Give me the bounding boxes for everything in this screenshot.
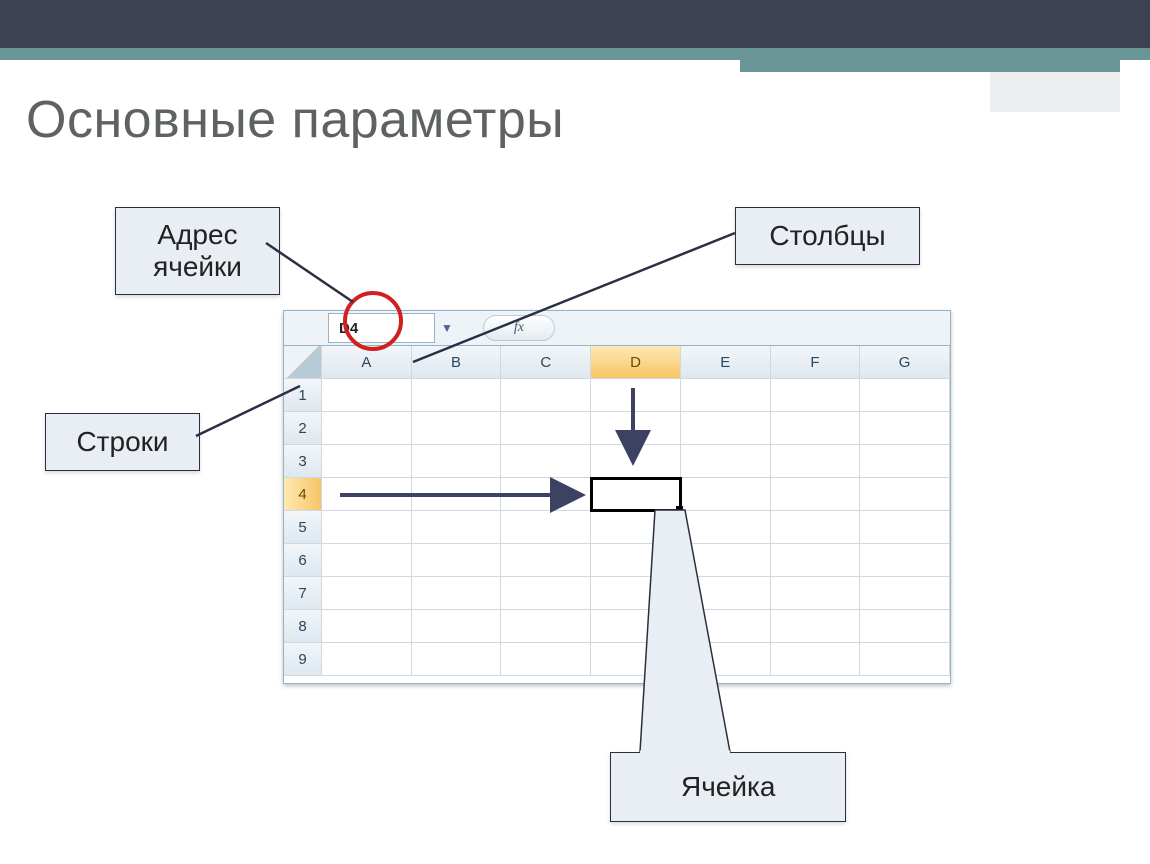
- column-header[interactable]: D: [591, 346, 681, 379]
- top-teal-band: [0, 48, 1150, 60]
- cell[interactable]: [412, 544, 502, 577]
- cell[interactable]: [771, 445, 861, 478]
- row-header[interactable]: 4: [284, 478, 322, 511]
- cell[interactable]: [412, 511, 502, 544]
- cell[interactable]: [322, 511, 412, 544]
- cell[interactable]: [860, 577, 950, 610]
- cell[interactable]: [771, 379, 861, 412]
- cell[interactable]: [322, 412, 412, 445]
- callout-cell-address: Адрес ячейки: [115, 207, 280, 295]
- cell[interactable]: [412, 577, 502, 610]
- cell[interactable]: [501, 478, 591, 511]
- formula-bar: D4 ▼ fx: [284, 311, 950, 346]
- cell[interactable]: [501, 577, 591, 610]
- row-header[interactable]: 2: [284, 412, 322, 445]
- cell[interactable]: [860, 445, 950, 478]
- cell[interactable]: [771, 610, 861, 643]
- row-header[interactable]: 5: [284, 511, 322, 544]
- accent-strip-2: [990, 72, 1120, 112]
- cell[interactable]: [860, 544, 950, 577]
- name-box-dropdown-icon[interactable]: ▼: [441, 321, 453, 335]
- active-cell[interactable]: [591, 478, 681, 511]
- cell[interactable]: [322, 577, 412, 610]
- cell[interactable]: [501, 610, 591, 643]
- sheet-grid[interactable]: ABCDEFG 123456789: [284, 346, 950, 676]
- cell[interactable]: [591, 379, 681, 412]
- column-header[interactable]: B: [412, 346, 502, 379]
- column-header[interactable]: E: [681, 346, 771, 379]
- cell[interactable]: [322, 610, 412, 643]
- cell[interactable]: [681, 379, 771, 412]
- cell[interactable]: [412, 478, 502, 511]
- accent-strip-1: [740, 60, 1120, 72]
- cell[interactable]: [681, 544, 771, 577]
- cell[interactable]: [681, 643, 771, 676]
- column-header[interactable]: A: [322, 346, 412, 379]
- spreadsheet: D4 ▼ fx ABCDEFG 123456789: [283, 310, 951, 684]
- row-header[interactable]: 7: [284, 577, 322, 610]
- cell[interactable]: [591, 643, 681, 676]
- cell[interactable]: [501, 412, 591, 445]
- cell[interactable]: [412, 445, 502, 478]
- column-header[interactable]: C: [501, 346, 591, 379]
- cell[interactable]: [681, 511, 771, 544]
- row-header[interactable]: 6: [284, 544, 322, 577]
- row-header[interactable]: 3: [284, 445, 322, 478]
- callout-columns: Столбцы: [735, 207, 920, 265]
- cell[interactable]: [322, 544, 412, 577]
- cell[interactable]: [860, 511, 950, 544]
- cell[interactable]: [681, 445, 771, 478]
- select-all-corner[interactable]: [284, 346, 322, 379]
- cell[interactable]: [771, 511, 861, 544]
- cell[interactable]: [771, 643, 861, 676]
- cell[interactable]: [412, 643, 502, 676]
- cell[interactable]: [591, 577, 681, 610]
- cell[interactable]: [591, 610, 681, 643]
- cell[interactable]: [591, 511, 681, 544]
- cell[interactable]: [771, 478, 861, 511]
- slide-title: Основные параметры: [26, 90, 564, 150]
- row-header[interactable]: 8: [284, 610, 322, 643]
- cell[interactable]: [501, 445, 591, 478]
- callout-cell: Ячейка: [610, 752, 846, 822]
- cell[interactable]: [501, 643, 591, 676]
- cell[interactable]: [681, 412, 771, 445]
- cell[interactable]: [860, 412, 950, 445]
- name-box[interactable]: D4: [328, 313, 435, 343]
- fx-button[interactable]: fx: [483, 315, 555, 341]
- callout-rows: Строки: [45, 413, 200, 471]
- cell[interactable]: [591, 544, 681, 577]
- cell[interactable]: [322, 643, 412, 676]
- column-header[interactable]: F: [771, 346, 861, 379]
- cell[interactable]: [860, 379, 950, 412]
- row-header[interactable]: 1: [284, 379, 322, 412]
- cell[interactable]: [771, 544, 861, 577]
- cell[interactable]: [412, 379, 502, 412]
- cell[interactable]: [681, 478, 771, 511]
- cell[interactable]: [322, 379, 412, 412]
- name-box-value: D4: [339, 320, 358, 337]
- column-header[interactable]: G: [860, 346, 950, 379]
- cell[interactable]: [860, 478, 950, 511]
- cell[interactable]: [412, 610, 502, 643]
- cell[interactable]: [322, 478, 412, 511]
- cell[interactable]: [681, 577, 771, 610]
- fx-label: fx: [514, 320, 524, 336]
- cell[interactable]: [860, 610, 950, 643]
- row-header[interactable]: 9: [284, 643, 322, 676]
- cell[interactable]: [501, 379, 591, 412]
- cell[interactable]: [860, 643, 950, 676]
- cell[interactable]: [501, 511, 591, 544]
- cell[interactable]: [501, 544, 591, 577]
- cell[interactable]: [771, 412, 861, 445]
- cell[interactable]: [681, 610, 771, 643]
- cell[interactable]: [322, 445, 412, 478]
- cell[interactable]: [412, 412, 502, 445]
- top-dark-band: [0, 0, 1150, 48]
- cell[interactable]: [591, 445, 681, 478]
- cell[interactable]: [771, 577, 861, 610]
- cell[interactable]: [591, 412, 681, 445]
